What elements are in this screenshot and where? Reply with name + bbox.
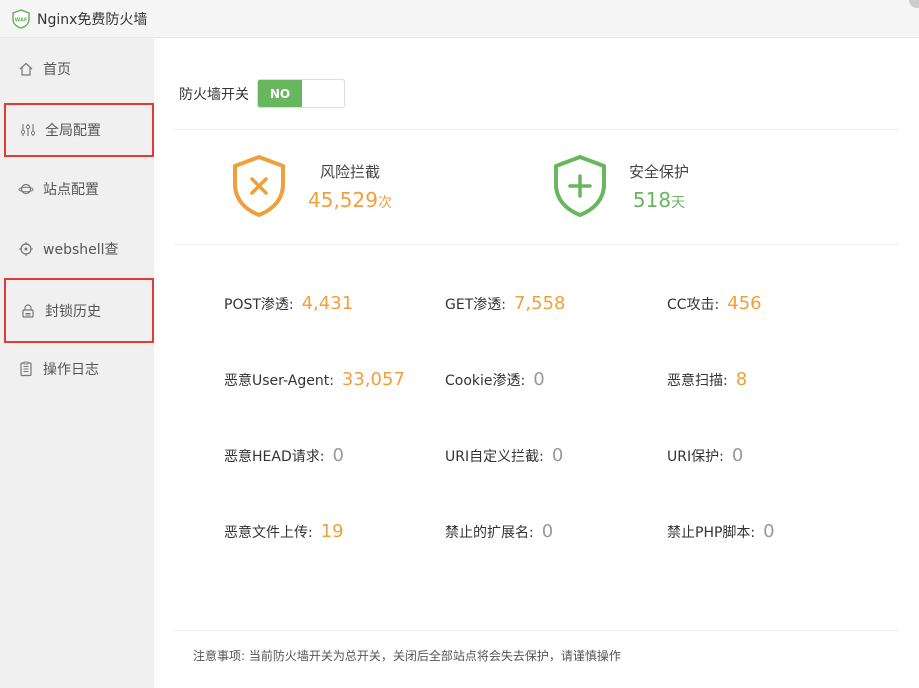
- metric-php: 禁止PHP脚本: 0: [667, 521, 775, 542]
- metric-value: 0: [731, 445, 744, 466]
- sidebar-item-home[interactable]: 首页: [0, 39, 154, 99]
- app-title: Nginx免费防火墙: [37, 11, 148, 28]
- planet-icon: [18, 183, 34, 195]
- shield-x-icon: [233, 155, 285, 217]
- metric-post: POST渗透: 4,431: [224, 293, 353, 314]
- metric-label: CC攻击:: [667, 297, 720, 313]
- sliders-icon: [20, 124, 36, 136]
- metric-value: 7,558: [513, 293, 566, 314]
- sidebar-item-label: webshell查: [43, 242, 119, 258]
- metric-value: 456: [727, 293, 762, 314]
- main-panel: 防火墙开关 NO 风险拦截 45,529次 安全保护 518天 POST渗透: …: [154, 38, 919, 688]
- metric-user-agent: 恶意User-Agent: 33,057: [224, 369, 405, 390]
- metric-value: 0: [533, 369, 545, 390]
- document-list-icon: [20, 361, 32, 377]
- svg-text:WAF: WAF: [15, 17, 28, 23]
- metric-value: 0: [332, 445, 344, 466]
- risk-intercept-card: 风险拦截 45,529次: [232, 154, 392, 218]
- metric-label: 恶意文件上传:: [224, 525, 313, 541]
- metric-cookie: Cookie渗透: 0: [445, 369, 545, 390]
- divider: [174, 129, 899, 130]
- sidebar-item-site-config[interactable]: 站点配置: [0, 159, 154, 219]
- metric-label: Cookie渗透:: [445, 373, 526, 389]
- sidebar-item-block-history[interactable]: 封锁历史: [4, 278, 154, 343]
- metric-value: 0: [541, 521, 554, 542]
- window-corner-control[interactable]: [909, 0, 919, 8]
- waf-shield-logo-icon: WAF: [12, 8, 30, 29]
- metric-label: GET渗透:: [445, 297, 506, 313]
- metric-label: 禁止的扩展名:: [445, 525, 534, 541]
- sidebar: 首页 全局配置 站点配置 webshell查 封锁历史 操作日志: [0, 38, 154, 688]
- metric-value: 33,057: [341, 369, 405, 390]
- metric-value: 19: [320, 521, 344, 542]
- sidebar-item-global-config[interactable]: 全局配置: [4, 103, 154, 157]
- metric-value: 0: [551, 445, 564, 466]
- firewall-switch-row: 防火墙开关 NO: [179, 79, 345, 108]
- metric-upload: 恶意文件上传: 19: [224, 521, 344, 542]
- sidebar-item-label: 操作日志: [43, 362, 99, 378]
- metric-scan: 恶意扫描: 8: [667, 369, 747, 390]
- sidebar-item-operation-log[interactable]: 操作日志: [0, 339, 154, 399]
- metric-get: GET渗透: 7,558: [445, 293, 566, 314]
- divider: [174, 244, 899, 245]
- divider: [174, 630, 899, 631]
- notice-text: 注意事项: 当前防火墙开关为总开关，关闭后全部站点将会失去保护，请谨慎操作: [193, 649, 621, 663]
- metric-label: 恶意HEAD请求:: [224, 449, 325, 465]
- metric-head: 恶意HEAD请求: 0: [224, 445, 344, 466]
- sidebar-item-label: 封锁历史: [45, 303, 101, 320]
- sidebar-item-label: 全局配置: [45, 123, 101, 139]
- metric-label: URI自定义拦截:: [445, 449, 544, 465]
- toggle-state-text: NO: [258, 80, 302, 107]
- firewall-switch-label: 防火墙开关: [179, 86, 249, 103]
- security-protection-unit: 天: [671, 194, 686, 211]
- metric-value: 4,431: [301, 293, 354, 314]
- shield-plus-icon: [554, 155, 606, 217]
- metric-value: 0: [763, 521, 775, 542]
- metric-label: 禁止PHP脚本:: [667, 525, 756, 541]
- metric-value: 8: [735, 369, 748, 390]
- metric-uri-protect: URI保护: 0: [667, 445, 743, 466]
- risk-intercept-value: 45,529: [308, 187, 378, 212]
- firewall-toggle[interactable]: NO: [257, 79, 345, 108]
- security-protection-value: 518: [632, 187, 672, 212]
- target-icon: [19, 242, 33, 256]
- risk-intercept-label: 风险拦截: [319, 162, 380, 181]
- sidebar-item-label: 首页: [43, 62, 71, 78]
- metric-extension: 禁止的扩展名: 0: [445, 521, 553, 542]
- metric-label: POST渗透:: [224, 297, 294, 313]
- security-protection-label: 安全保护: [629, 162, 690, 181]
- risk-intercept-unit: 次: [377, 194, 392, 211]
- metric-cc: CC攻击: 456: [667, 293, 762, 314]
- metric-label: URI保护:: [667, 449, 724, 465]
- home-icon: [19, 62, 33, 76]
- security-protection-card: 安全保护 518天: [553, 154, 689, 218]
- metric-label: 恶意扫描:: [667, 373, 728, 389]
- lock-icon: [22, 303, 34, 318]
- metric-label: 恶意User-Agent:: [224, 373, 334, 389]
- sidebar-item-webshell[interactable]: webshell查: [0, 219, 154, 279]
- metric-uri-custom: URI自定义拦截: 0: [445, 445, 563, 466]
- title-bar: WAF Nginx免费防火墙: [0, 0, 919, 38]
- sidebar-item-label: 站点配置: [43, 182, 99, 198]
